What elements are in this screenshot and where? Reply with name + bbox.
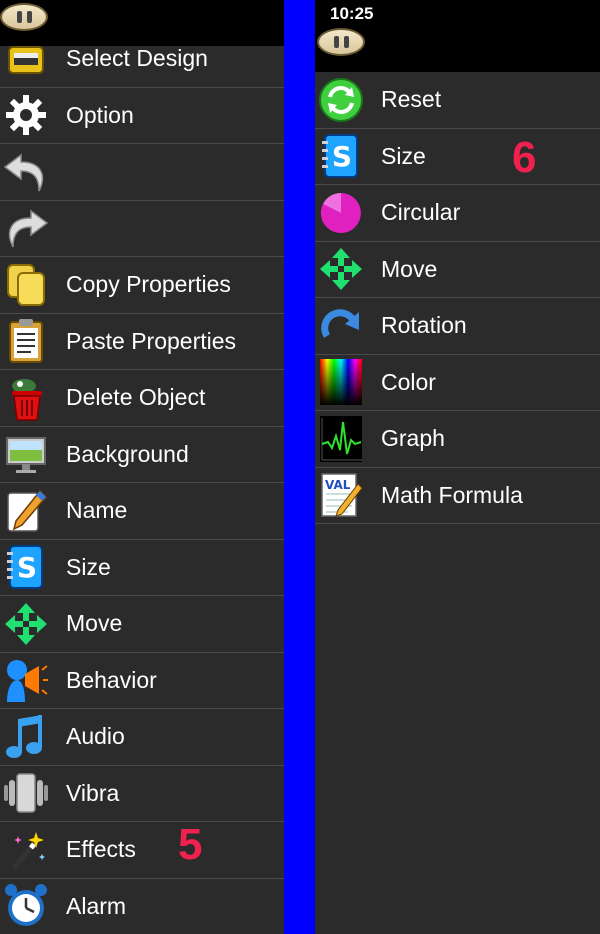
menu-item-label: Color	[381, 368, 436, 395]
menu-item-label: Effects	[66, 836, 136, 863]
menu-item-undo[interactable]	[0, 144, 284, 201]
menu-item-label: Move	[381, 255, 438, 282]
menu-item-rotation[interactable]: Rotation	[315, 298, 600, 355]
reset-icon	[315, 75, 367, 125]
pause-bar-icon	[343, 36, 349, 48]
pie-icon	[315, 188, 367, 238]
move-arrows-icon	[0, 599, 52, 649]
gear-icon	[0, 90, 52, 140]
menu-item-label: Size	[66, 553, 111, 580]
pen-icon	[0, 486, 52, 536]
menu-item-label: Audio	[66, 723, 125, 750]
step-number-label: 6	[512, 133, 537, 182]
undo-icon	[0, 147, 52, 197]
svg-text:VAL: VAL	[325, 478, 351, 492]
color-spectrum-icon	[315, 357, 367, 407]
menu-item-effects[interactable]: Effects	[0, 822, 284, 879]
menu-item-label: Select Design	[66, 45, 208, 72]
svg-text:S: S	[332, 140, 352, 173]
step-number-label: 5	[178, 820, 203, 869]
menu-item-label: Vibra	[66, 779, 120, 806]
menu-item-label: Size	[381, 142, 426, 169]
menu-item-reset[interactable]: Reset	[315, 72, 600, 129]
alarm-clock-icon	[0, 881, 52, 931]
behavior-icon	[0, 655, 52, 705]
pause-bar-icon	[16, 11, 22, 23]
menu-item-move[interactable]: Move	[0, 596, 284, 653]
menu-item-behavior[interactable]: Behavior	[0, 653, 284, 709]
move-arrows-icon	[315, 244, 367, 294]
menu-item-alarm[interactable]: Alarm	[0, 879, 284, 934]
size-icon: S	[0, 542, 52, 592]
clipboard-icon	[0, 316, 52, 366]
menu-item-math-formula[interactable]: VAL Math Formula	[315, 468, 600, 524]
menu-item-graph[interactable]: Graph	[315, 411, 600, 468]
status-time: 10:25	[330, 4, 374, 23]
menu-item-audio[interactable]: Audio	[0, 709, 284, 766]
right-menu-panel: 10:25 Reset S Size Circular Move Rotatio…	[315, 0, 600, 934]
menu-item-move[interactable]: Move	[315, 242, 600, 298]
svg-text:S: S	[17, 551, 37, 584]
menu-item-copy-properties[interactable]: Copy Properties	[0, 257, 284, 314]
music-note-icon	[0, 712, 52, 762]
menu-item-label: Delete Object	[66, 384, 206, 411]
menu-item-label: Move	[66, 610, 123, 637]
right-top-bar: 10:25	[315, 0, 600, 72]
menu-item-background[interactable]: Background	[0, 427, 284, 483]
magic-wand-icon	[0, 825, 52, 875]
left-top-bar	[0, 0, 284, 46]
pause-bar-icon	[333, 36, 339, 48]
menu-item-label: Paste Properties	[66, 327, 237, 354]
menu-item-label: Rotation	[381, 312, 467, 339]
menu-item-size[interactable]: S Size	[315, 129, 600, 185]
menu-item-label: Circular	[381, 199, 461, 226]
monitor-icon	[0, 429, 52, 479]
menu-item-label: Graph	[381, 425, 445, 452]
copy-icon	[0, 260, 52, 310]
menu-item-name[interactable]: Name	[0, 483, 284, 540]
vibration-icon	[0, 768, 52, 818]
menu-item-label: Behavior	[66, 666, 157, 693]
pause-button[interactable]	[317, 28, 365, 56]
menu-item-color[interactable]: Color	[315, 355, 600, 411]
menu-item-delete-object[interactable]: Delete Object	[0, 370, 284, 427]
pause-button[interactable]	[0, 3, 48, 31]
right-menu: Reset S Size Circular Move Rotation Colo…	[315, 72, 600, 524]
menu-item-label: Reset	[381, 86, 442, 113]
menu-item-vibra[interactable]: Vibra	[0, 766, 284, 822]
size-icon: S	[315, 131, 367, 181]
menu-item-label: Copy Properties	[66, 271, 231, 298]
left-menu-panel: Select Design Option Copy Properties Pas…	[0, 0, 284, 934]
trash-icon	[0, 373, 52, 423]
left-menu: Select Design Option Copy Properties Pas…	[0, 31, 284, 934]
menu-item-paste-properties[interactable]: Paste Properties	[0, 314, 284, 370]
redo-icon	[0, 203, 52, 253]
menu-item-circular[interactable]: Circular	[315, 185, 600, 242]
menu-item-size[interactable]: S Size	[0, 540, 284, 596]
menu-item-label: Background	[66, 440, 189, 467]
menu-item-label: Option	[66, 101, 134, 128]
menu-item-label: Alarm	[66, 892, 127, 919]
menu-item-redo[interactable]	[0, 201, 284, 257]
graph-icon	[315, 414, 367, 464]
rotate-icon	[315, 301, 367, 351]
menu-item-label: Name	[66, 497, 128, 524]
menu-item-option[interactable]: Option	[0, 88, 284, 144]
panel-divider	[284, 0, 315, 934]
pause-bar-icon	[26, 11, 32, 23]
math-formula-icon: VAL	[315, 470, 367, 520]
menu-item-label: Math Formula	[381, 481, 523, 508]
